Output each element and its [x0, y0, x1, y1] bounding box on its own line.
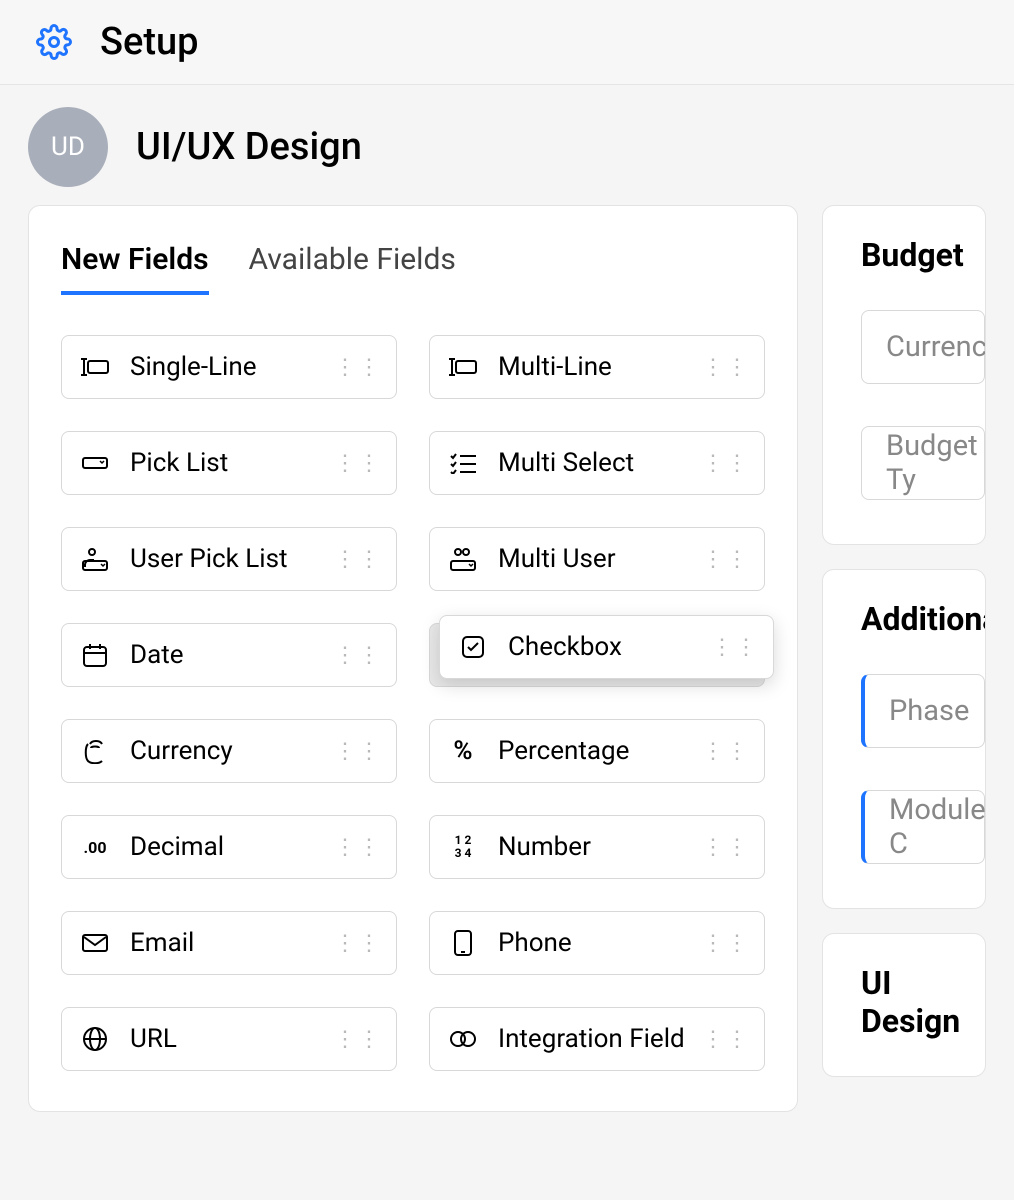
field-label: Single-Line	[130, 352, 334, 382]
checkbox-icon	[458, 635, 488, 659]
field-phase-input[interactable]: Phase	[861, 674, 985, 748]
field-phone[interactable]: Phone ⋮⋮	[429, 911, 765, 975]
field-label: Multi User	[498, 544, 702, 574]
avatar: UD	[28, 107, 108, 187]
single-line-icon	[80, 357, 110, 377]
section-ui-design: UI Design	[822, 933, 986, 1077]
field-label: Decimal	[130, 832, 334, 862]
multi-select-icon	[448, 452, 478, 474]
email-icon	[80, 933, 110, 953]
pick-list-icon	[80, 453, 110, 473]
field-label: Percentage	[498, 736, 702, 766]
field-url[interactable]: URL ⋮⋮	[61, 1007, 397, 1071]
drag-handle-icon[interactable]: ⋮⋮	[702, 547, 750, 572]
drag-handle-icon[interactable]: ⋮⋮	[702, 931, 750, 956]
field-date[interactable]: Date ⋮⋮	[61, 623, 397, 687]
tab-available-fields[interactable]: Available Fields	[249, 242, 456, 295]
integration-icon	[448, 1029, 478, 1049]
field-pick-list[interactable]: Pick List ⋮⋮	[61, 431, 397, 495]
field-multi-user[interactable]: Multi User ⋮⋮	[429, 527, 765, 591]
page-header: UD UI/UX Design	[0, 85, 1014, 205]
drag-handle-icon[interactable]: ⋮⋮	[334, 547, 382, 572]
phone-icon	[448, 929, 478, 957]
field-number[interactable]: 1 23 4 Number ⋮⋮	[429, 815, 765, 879]
date-icon	[80, 642, 110, 668]
tab-new-fields[interactable]: New Fields	[61, 242, 209, 295]
field-integration[interactable]: Integration Field ⋮⋮	[429, 1007, 765, 1071]
decimal-icon: .00	[80, 838, 110, 857]
drag-handle-icon[interactable]: ⋮⋮	[702, 355, 750, 380]
section-title: UI Design	[861, 964, 985, 1040]
field-label: Phone	[498, 928, 702, 958]
multi-line-icon	[448, 357, 478, 377]
user-pick-icon	[80, 547, 110, 571]
field-single-line[interactable]: Single-Line ⋮⋮	[61, 335, 397, 399]
field-label: Checkbox	[508, 632, 711, 662]
gear-icon	[36, 24, 72, 60]
field-email[interactable]: Email ⋮⋮	[61, 911, 397, 975]
drag-handle-icon[interactable]: ⋮⋮	[334, 355, 382, 380]
field-label: Currency	[130, 736, 334, 766]
drag-handle-icon[interactable]: ⋮⋮	[702, 739, 750, 764]
field-label: User Pick List	[130, 544, 334, 574]
field-budget-type-input[interactable]: Budget Ty	[861, 426, 985, 500]
drag-handle-icon[interactable]: ⋮⋮	[334, 739, 382, 764]
section-budget: Budget Currency Budget Ty	[822, 205, 986, 545]
field-currency[interactable]: Currency ⋮⋮	[61, 719, 397, 783]
field-label: Pick List	[130, 448, 334, 478]
field-label: Date	[130, 640, 334, 670]
field-multi-line[interactable]: Multi-Line ⋮⋮	[429, 335, 765, 399]
field-label: Integration Field	[498, 1024, 702, 1054]
drag-handle-icon[interactable]: ⋮⋮	[334, 451, 382, 476]
drag-handle-icon[interactable]: ⋮⋮	[334, 1027, 382, 1052]
drag-handle-icon[interactable]: ⋮⋮	[702, 1027, 750, 1052]
field-checkbox-dragging[interactable]: Checkbox ⋮⋮	[439, 615, 774, 679]
page-title: UI/UX Design	[136, 125, 362, 169]
field-label: Email	[130, 928, 334, 958]
field-label: URL	[130, 1024, 334, 1054]
layout-sections: Budget Currency Budget Ty Additional Pha…	[822, 205, 986, 1077]
field-module-input[interactable]: Module C	[861, 790, 985, 864]
field-multi-select[interactable]: Multi Select ⋮⋮	[429, 431, 765, 495]
section-title: Additional	[861, 600, 985, 638]
section-additional: Additional Phase Module C	[822, 569, 986, 909]
field-currency-input[interactable]: Currency	[861, 310, 985, 384]
drag-handle-icon[interactable]: ⋮⋮	[702, 835, 750, 860]
drag-handle-icon[interactable]: ⋮⋮	[334, 931, 382, 956]
drag-handle-icon[interactable]: ⋮⋮	[334, 643, 382, 668]
url-icon	[80, 1026, 110, 1052]
multi-user-icon	[448, 547, 478, 571]
currency-icon	[80, 738, 110, 764]
drag-handle-icon[interactable]: ⋮⋮	[702, 451, 750, 476]
field-user-pick-list[interactable]: User Pick List ⋮⋮	[61, 527, 397, 591]
field-label: Multi-Line	[498, 352, 702, 382]
page-section-title: Setup	[100, 20, 199, 64]
section-title: Budget	[861, 236, 985, 274]
topbar: Setup	[0, 0, 1014, 85]
percentage-icon: %	[448, 736, 478, 766]
field-percentage[interactable]: % Percentage ⋮⋮	[429, 719, 765, 783]
number-icon: 1 23 4	[448, 834, 478, 860]
drag-handle-icon[interactable]: ⋮⋮	[334, 835, 382, 860]
drag-handle-icon[interactable]: ⋮⋮	[711, 635, 759, 660]
field-label: Number	[498, 832, 702, 862]
tabs: New Fields Available Fields	[29, 222, 797, 295]
field-label: Multi Select	[498, 448, 702, 478]
field-palette-panel: New Fields Available Fields Single-Line …	[28, 205, 798, 1112]
field-decimal[interactable]: .00 Decimal ⋮⋮	[61, 815, 397, 879]
